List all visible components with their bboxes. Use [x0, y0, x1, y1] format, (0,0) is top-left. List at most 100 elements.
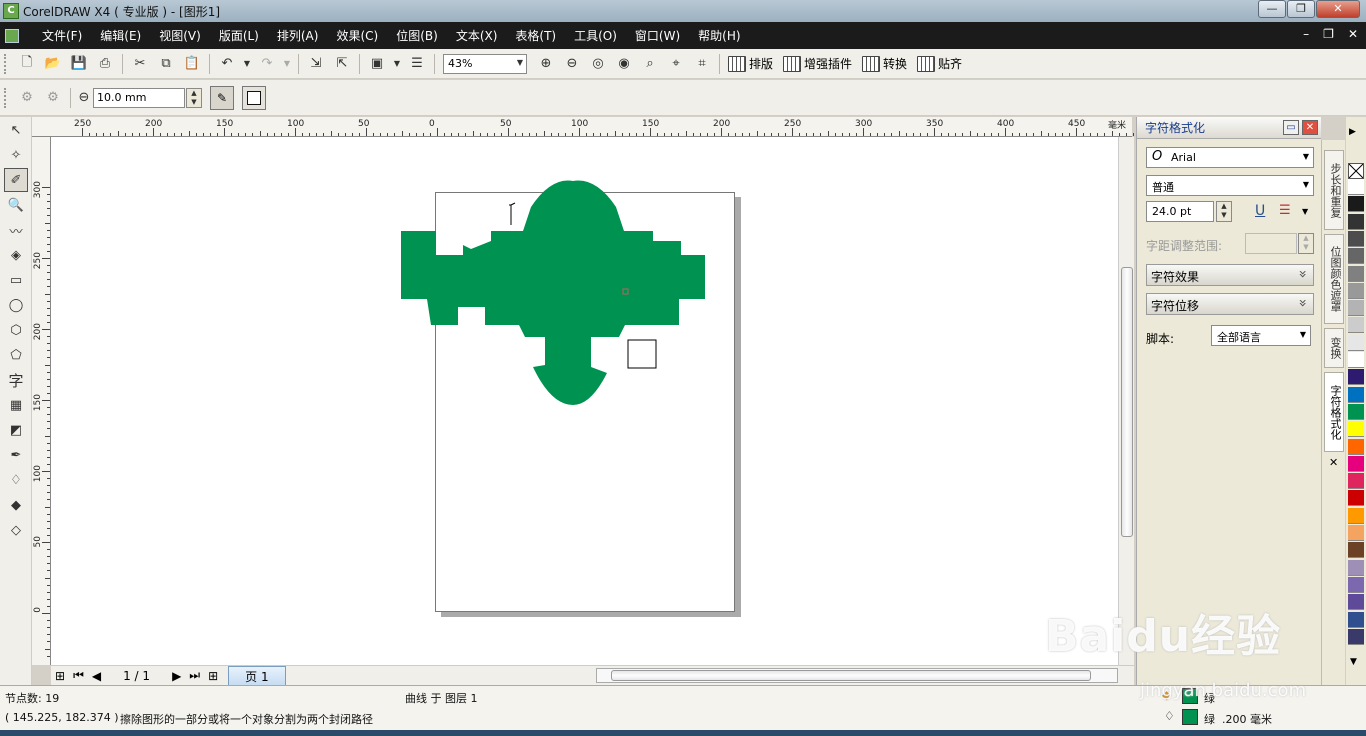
- menu-arrange[interactable]: 排列(A): [268, 27, 328, 44]
- zoom-height-icon[interactable]: ⌗: [691, 53, 713, 75]
- tab-transform[interactable]: 变换: [1324, 328, 1344, 368]
- palette-swatch[interactable]: [1348, 196, 1364, 213]
- horizontal-scrollbar[interactable]: [596, 668, 1118, 683]
- palette-scroll-up-icon[interactable]: ▶: [1349, 127, 1356, 137]
- menu-help[interactable]: 帮助(H): [689, 27, 749, 44]
- undo-dropdown-icon[interactable]: ▼: [242, 53, 252, 75]
- copy-icon[interactable]: ⧉: [155, 53, 177, 75]
- palette-swatch[interactable]: [1348, 369, 1364, 386]
- open-folder-icon[interactable]: 📂: [42, 53, 64, 75]
- close-button[interactable]: ✕: [1316, 0, 1360, 18]
- palette-swatch[interactable]: [1348, 300, 1364, 317]
- reduce-nodes-icon[interactable]: ✎: [210, 85, 234, 110]
- interactive-fill-tool-icon[interactable]: ◇: [4, 518, 28, 542]
- palette-swatch[interactable]: [1348, 179, 1364, 195]
- underline-dropdown-icon[interactable]: ▼: [1302, 207, 1308, 216]
- typeset-button[interactable]: 排版: [728, 55, 773, 72]
- palette-swatch[interactable]: [1348, 248, 1364, 265]
- vertical-ruler[interactable]: 300 250 200 150 100 50 0: [32, 137, 51, 665]
- tab-bitmap-color-mask[interactable]: 位图颜色遮罩: [1324, 234, 1344, 324]
- eraser-thickness-input[interactable]: 10.0 mm: [93, 87, 185, 108]
- page-tab[interactable]: 页 1: [228, 665, 286, 686]
- palette-swatch[interactable]: [1348, 213, 1364, 230]
- palette-swatch[interactable]: [1348, 317, 1364, 334]
- property-bar-grip[interactable]: [4, 87, 10, 108]
- script-select[interactable]: 全部语言: [1211, 325, 1311, 346]
- menu-effects[interactable]: 效果(C): [327, 27, 387, 44]
- palette-swatch[interactable]: [1348, 490, 1364, 507]
- docker-minimize-icon[interactable]: ▭: [1283, 120, 1299, 135]
- palette-swatch[interactable]: [1348, 594, 1364, 611]
- first-page-icon[interactable]: ⏮: [73, 668, 84, 683]
- character-shift-section[interactable]: 字符位移: [1146, 293, 1314, 315]
- import-icon[interactable]: ⇲: [305, 53, 327, 75]
- menu-layout[interactable]: 版面(L): [210, 27, 268, 44]
- save-icon[interactable]: 💾: [68, 53, 90, 75]
- zoom-all-icon[interactable]: ◉: [613, 53, 635, 75]
- docker-tabs-close-icon[interactable]: ✕: [1329, 456, 1338, 469]
- pick-tool-icon[interactable]: ↖: [4, 118, 28, 142]
- horizontal-scroll-thumb[interactable]: [611, 670, 1091, 681]
- green-split-shape[interactable]: [401, 180, 705, 405]
- launcher-dropdown-icon[interactable]: ▼: [392, 53, 402, 75]
- palette-swatch[interactable]: [1348, 611, 1364, 628]
- snap-button[interactable]: 贴齐: [917, 55, 962, 72]
- plugin-button[interactable]: 增强插件: [783, 55, 852, 72]
- application-launcher-icon[interactable]: ▣: [366, 53, 388, 75]
- basic-shapes-tool-icon[interactable]: ⬠: [4, 343, 28, 367]
- palette-swatch[interactable]: [1348, 576, 1364, 593]
- palette-swatch[interactable]: [1348, 230, 1364, 247]
- font-size-spinner[interactable]: ▲ ▼: [1216, 201, 1232, 222]
- palette-swatch[interactable]: [1348, 265, 1364, 282]
- eraser-tool-icon[interactable]: ✐: [4, 168, 28, 192]
- coreldraw-app-icon[interactable]: C: [3, 3, 19, 19]
- menu-edit[interactable]: 编辑(E): [91, 27, 150, 44]
- redo-dropdown-icon[interactable]: ▼: [282, 53, 292, 75]
- doc-restore-icon[interactable]: ❐: [1323, 27, 1334, 41]
- palette-swatch[interactable]: [1348, 628, 1364, 645]
- outline-color-swatch[interactable]: [1182, 709, 1198, 725]
- zoom-tool-icon[interactable]: 🔍: [4, 193, 28, 217]
- menu-table[interactable]: 表格(T): [506, 27, 565, 44]
- next-page-icon[interactable]: ▶: [172, 669, 181, 683]
- shape-tool-icon[interactable]: ✧: [4, 143, 28, 167]
- undo-icon[interactable]: ↶: [216, 53, 238, 75]
- no-color-swatch[interactable]: [1348, 163, 1364, 179]
- palette-swatch[interactable]: [1348, 473, 1364, 490]
- palette-swatch[interactable]: [1348, 542, 1364, 559]
- cut-icon[interactable]: ✂: [129, 53, 151, 75]
- redo-icon[interactable]: ↷: [256, 53, 278, 75]
- prev-page-icon[interactable]: ◀: [92, 669, 101, 683]
- eyedropper-tool-icon[interactable]: ✒: [4, 443, 28, 467]
- text-color-icon[interactable]: ☰: [1279, 203, 1291, 218]
- drawing-canvas[interactable]: [51, 137, 1118, 665]
- fill-tool-icon[interactable]: ◆: [4, 493, 28, 517]
- doc-minimize-icon[interactable]: –: [1303, 27, 1309, 41]
- zoom-width-icon[interactable]: ⌖: [665, 53, 687, 75]
- doc-close-icon[interactable]: ✕: [1348, 27, 1358, 41]
- menu-text[interactable]: 文本(X): [447, 27, 507, 44]
- kerning-range-input[interactable]: [1245, 233, 1297, 254]
- palette-swatch[interactable]: [1348, 421, 1364, 438]
- palette-swatch[interactable]: [1348, 455, 1364, 472]
- font-family-select[interactable]: O Arial: [1146, 147, 1314, 168]
- double-click-duration-icon[interactable]: ⚙: [16, 87, 38, 109]
- palette-swatch[interactable]: [1348, 507, 1364, 524]
- palette-swatch[interactable]: [1348, 525, 1364, 541]
- zoom-level-select[interactable]: 43%: [443, 53, 527, 74]
- interactive-blend-tool-icon[interactable]: ◩: [4, 418, 28, 442]
- export-icon[interactable]: ⇱: [331, 53, 353, 75]
- underline-icon[interactable]: U: [1255, 203, 1265, 219]
- text-tool-icon[interactable]: 字: [4, 368, 28, 392]
- rectangle-tool-icon[interactable]: ▭: [4, 268, 28, 292]
- palette-swatch[interactable]: [1348, 282, 1364, 299]
- add-page-icon[interactable]: ⊞: [55, 669, 65, 683]
- convert-button[interactable]: 转换: [862, 55, 907, 72]
- menu-window[interactable]: 窗口(W): [626, 27, 689, 44]
- vertical-scrollbar[interactable]: [1118, 137, 1134, 665]
- thickness-spinner[interactable]: ▲ ▼: [186, 87, 202, 108]
- character-effects-section[interactable]: 字符效果: [1146, 264, 1314, 286]
- menu-file[interactable]: 文件(F): [33, 27, 91, 44]
- docker-close-icon[interactable]: ✕: [1302, 120, 1318, 135]
- palette-swatch[interactable]: [1348, 386, 1364, 403]
